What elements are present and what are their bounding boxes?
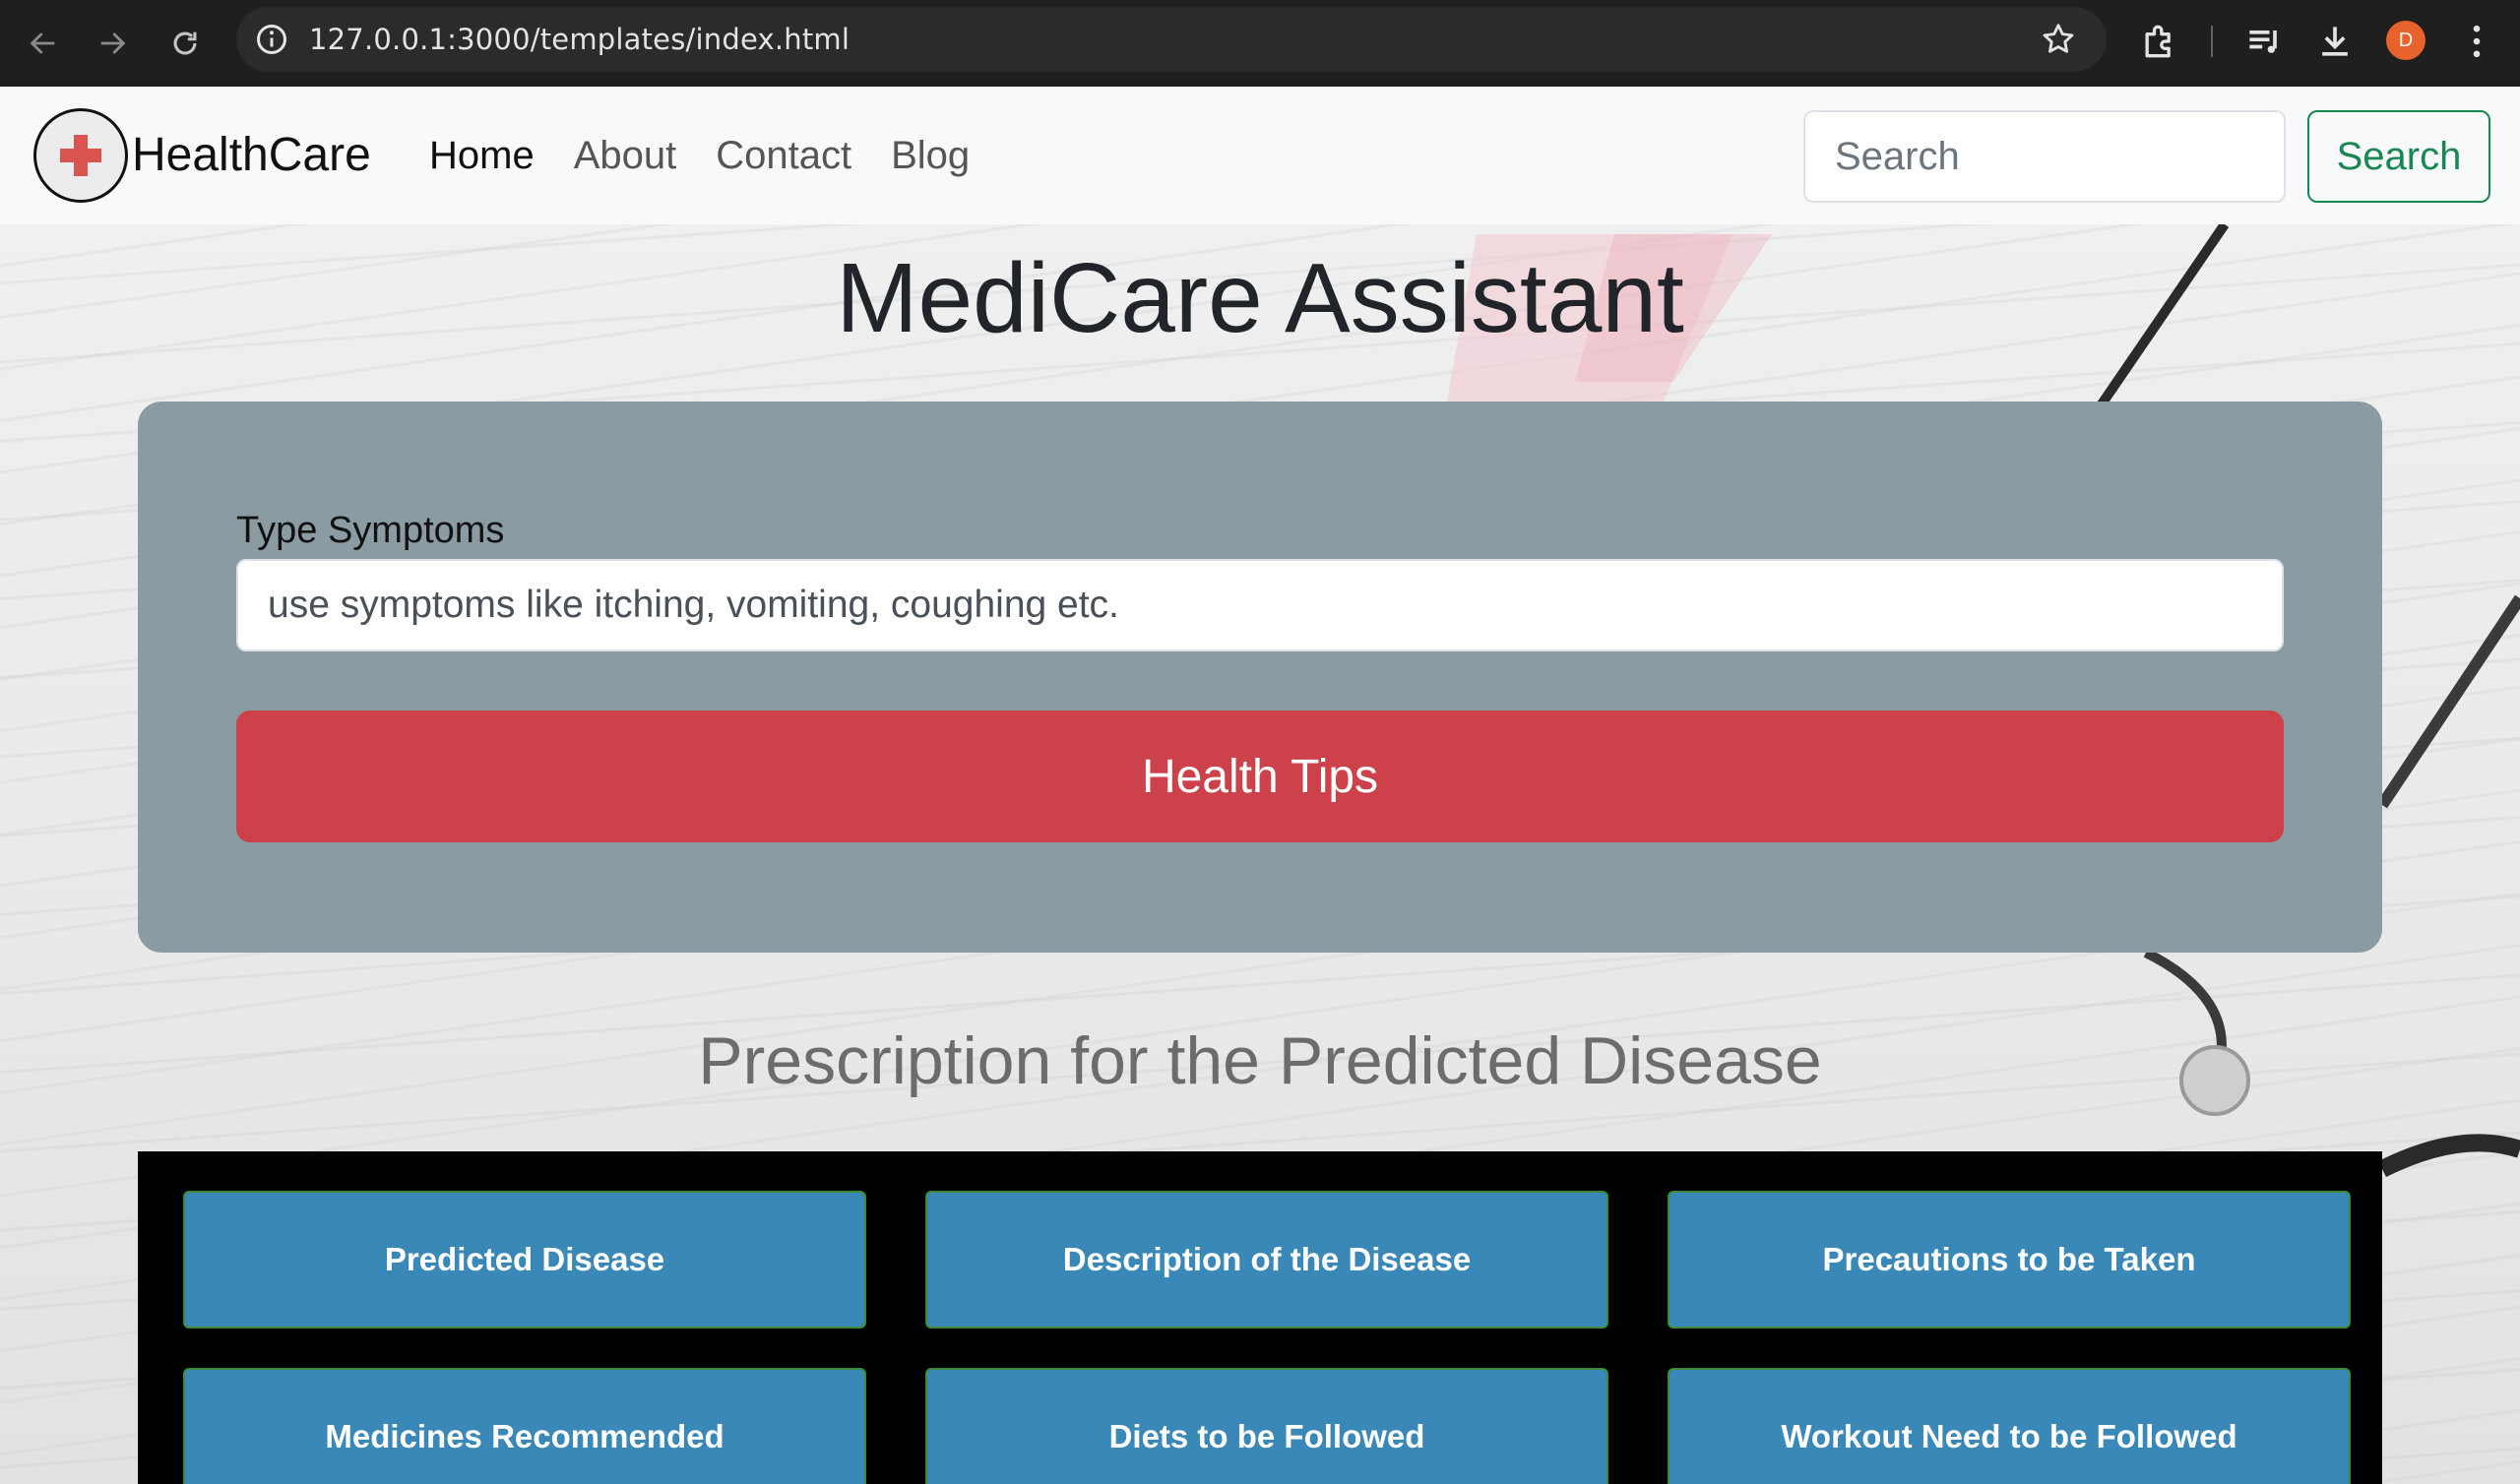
symptoms-label: Type Symptoms	[236, 510, 505, 551]
forward-button[interactable]	[87, 18, 138, 69]
nav-search-button[interactable]: Search	[2307, 110, 2490, 203]
nav-links: Home About Contact Blog	[429, 87, 1009, 224]
reload-icon	[173, 31, 197, 55]
extensions-icon[interactable]	[2138, 20, 2181, 63]
logo[interactable]	[33, 108, 128, 203]
profile-avatar[interactable]: D	[2386, 21, 2426, 60]
diets-button[interactable]: Diets to be Followed	[925, 1368, 1608, 1484]
nav-link-about[interactable]: About	[574, 87, 677, 224]
medical-cross-icon	[60, 135, 101, 176]
description-button[interactable]: Description of the Disease	[925, 1191, 1608, 1329]
url-text: 127.0.0.1:3000/templates/index.html	[309, 23, 850, 56]
site-info-icon[interactable]	[254, 22, 289, 57]
arrow-left-icon	[30, 32, 55, 54]
download-icon[interactable]	[2313, 20, 2357, 63]
bookmark-star-icon[interactable]	[2040, 21, 2077, 58]
nav-link-contact[interactable]: Contact	[716, 87, 851, 224]
workout-button[interactable]: Workout Need to be Followed	[1668, 1368, 2351, 1484]
arrow-right-icon	[100, 32, 126, 54]
results-panel: Predicted Disease Description of the Dis…	[138, 1151, 2382, 1484]
section-title: Prescription for the Predicted Disease	[698, 1023, 1822, 1098]
browser-toolbar: 127.0.0.1:3000/templates/index.html D	[0, 0, 2520, 87]
more-vert-icon[interactable]	[2455, 20, 2498, 63]
address-bar[interactable]: 127.0.0.1:3000/templates/index.html	[236, 7, 2107, 72]
symptom-form: Type Symptoms Health Tips	[138, 402, 2382, 953]
predicted-disease-button[interactable]: Predicted Disease	[183, 1191, 866, 1329]
health-tips-button[interactable]: Health Tips	[236, 711, 2284, 842]
page-title: MediCare Assistant	[836, 243, 1684, 353]
page-viewport: HealthCare Home About Contact Blog Searc…	[0, 87, 2520, 1484]
reload-button[interactable]	[159, 18, 211, 69]
back-button[interactable]	[18, 18, 69, 69]
nav-search-input[interactable]	[1803, 110, 2286, 203]
symptoms-input[interactable]	[236, 559, 2284, 651]
nav-link-blog[interactable]: Blog	[891, 87, 970, 224]
nav-link-home[interactable]: Home	[429, 87, 535, 224]
site-navbar: HealthCare Home About Contact Blog Searc…	[0, 87, 2520, 224]
precautions-button[interactable]: Precautions to be Taken	[1668, 1191, 2351, 1329]
brand-name[interactable]: HealthCare	[132, 87, 371, 224]
medicines-button[interactable]: Medicines Recommended	[183, 1368, 866, 1484]
toolbar-divider	[2211, 26, 2213, 57]
media-control-icon[interactable]	[2242, 20, 2286, 63]
